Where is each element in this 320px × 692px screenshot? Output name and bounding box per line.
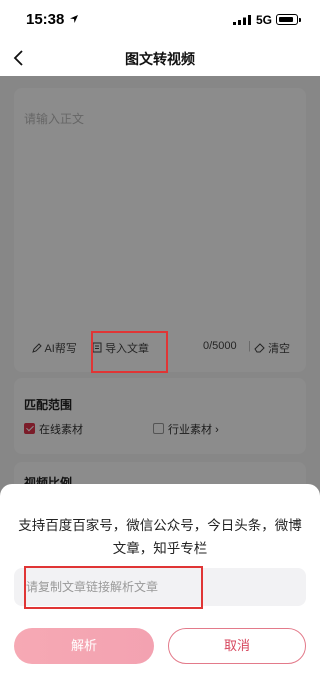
location-arrow-icon bbox=[70, 15, 78, 23]
status-time: 15:38 bbox=[26, 11, 65, 28]
import-highlight-box bbox=[91, 331, 168, 373]
parse-button[interactable]: 解析 bbox=[14, 628, 154, 664]
supported-platforms-text: 支持百度百家号，微信公众号，今日头条，微博文章，知乎专栏 bbox=[18, 518, 302, 556]
signal-bars-icon bbox=[233, 15, 251, 25]
network-label: 5G bbox=[256, 13, 273, 27]
cancel-button[interactable]: 取消 bbox=[168, 628, 306, 664]
input-highlight-box bbox=[24, 566, 203, 609]
battery-icon bbox=[276, 14, 301, 25]
nav-right-area bbox=[227, 34, 320, 76]
